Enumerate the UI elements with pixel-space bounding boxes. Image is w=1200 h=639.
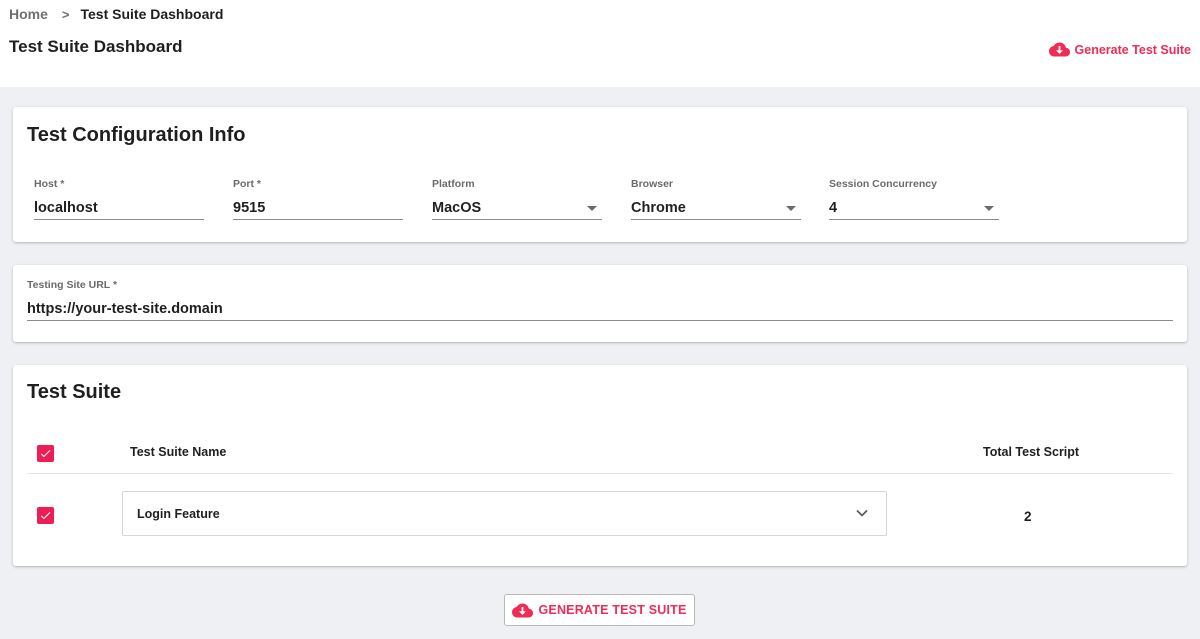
testing-site-url-field: Testing Site URL * https://your-test-sit… [27,279,1173,321]
session-concurrency-value: 4 [829,199,838,216]
browser-label: Browser [631,178,674,190]
generate-test-suite-link-label: Generate Test Suite [1074,42,1191,57]
select-all-checkbox[interactable] [37,445,54,462]
column-header-test-suite-name: Test Suite Name [130,445,227,459]
platform-select[interactable]: MacOS [432,196,602,220]
port-label: Port * [233,178,262,190]
breadcrumb-current: Test Suite Dashboard [80,6,224,22]
breadcrumb-separator: > [61,6,70,22]
test-suite-name: Login Feature [137,506,220,521]
port-input[interactable]: 9515 [233,196,403,220]
cloud-download-icon [512,603,534,617]
test-suite-card: Test Suite Test Suite Name Total Test Sc… [13,365,1187,566]
page-title: Test Suite Dashboard [9,37,183,56]
caret-down-icon [587,206,597,211]
check-icon [40,450,51,458]
test-configuration-title: Test Configuration Info [27,124,246,146]
column-header-total-test-script: Total Test Script [983,445,1080,459]
test-suite-title: Test Suite [27,381,122,403]
generate-test-suite-button-label: GENERATE TEST SUITE [538,603,687,617]
breadcrumb: Home > Test Suite Dashboard [9,5,223,23]
platform-field: Platform MacOS [432,178,602,220]
generate-test-suite-link[interactable]: Generate Test Suite [1048,42,1191,57]
top-bar: Home > Test Suite Dashboard Test Suite D… [0,0,1200,87]
testing-site-url-card: Testing Site URL * https://your-test-sit… [13,265,1187,342]
host-field: Host * localhost [34,178,204,220]
caret-down-icon [786,206,796,211]
row-checkbox[interactable] [37,507,54,524]
cloud-download-icon [1048,42,1070,57]
session-concurrency-field: Session Concurrency 4 [829,178,999,220]
table-divider [27,473,1173,474]
breadcrumb-home-link[interactable]: Home [9,6,48,22]
port-field: Port * 9515 [233,178,403,220]
testing-site-url-input[interactable]: https://your-test-site.domain [27,297,1173,321]
login-feature-accordion[interactable]: Login Feature [122,491,887,536]
platform-value: MacOS [432,199,482,216]
testing-site-url-label: Testing Site URL * [27,279,118,291]
caret-down-icon [984,206,994,211]
host-label: Host * [34,178,65,190]
test-configuration-card: Test Configuration Info Host * localhost… [13,107,1187,242]
browser-select[interactable]: Chrome [631,196,801,220]
browser-field: Browser Chrome [631,178,801,220]
session-concurrency-label: Session Concurrency [829,178,937,190]
generate-test-suite-button[interactable]: GENERATE TEST SUITE [504,594,695,626]
session-concurrency-select[interactable]: 4 [829,196,999,220]
host-input[interactable]: localhost [34,196,204,220]
check-icon [40,512,51,520]
browser-value: Chrome [631,199,686,216]
total-test-script-value: 2 [1024,509,1032,524]
platform-label: Platform [432,178,475,190]
chevron-down-icon [856,509,868,517]
